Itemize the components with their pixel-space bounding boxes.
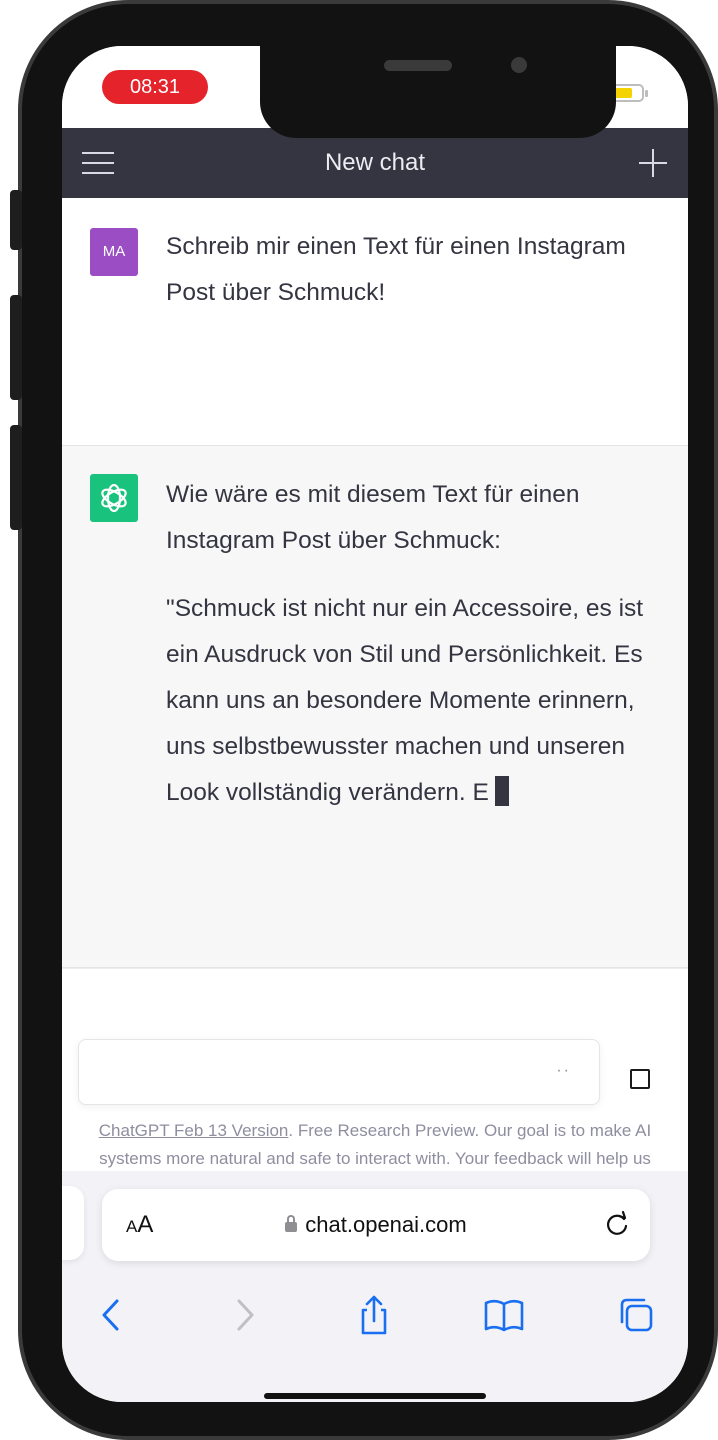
stop-generating-icon[interactable] (630, 1069, 650, 1089)
earpiece-speaker (384, 60, 452, 71)
share-icon[interactable] (352, 1293, 396, 1337)
assistant-paragraph-1: Wie wäre es mit diesem Text für einen In… (166, 481, 580, 554)
safari-toolbar: AA chat.openai.com (62, 1171, 688, 1402)
typing-cursor (494, 776, 509, 806)
assistant-message: Wie wäre es mit diesem Text für einen In… (62, 446, 688, 968)
bookmarks-book-icon[interactable] (482, 1293, 526, 1337)
lock-icon (285, 1215, 298, 1232)
phone-notch (260, 46, 616, 138)
openai-logo-icon (90, 474, 138, 522)
assistant-message-text: Wie wäre es mit diesem Text für einen In… (166, 472, 656, 838)
back-chevron-icon[interactable] (90, 1293, 134, 1337)
home-indicator[interactable] (264, 1393, 486, 1399)
message-input[interactable]: ·· (78, 1039, 600, 1105)
tabs-overview-icon[interactable] (614, 1293, 658, 1337)
reload-icon[interactable] (602, 1209, 632, 1239)
safari-nav-bar (62, 1281, 688, 1361)
url-display[interactable]: chat.openai.com (102, 1189, 650, 1261)
chat-header: New chat (62, 128, 688, 198)
mute-switch (10, 190, 22, 250)
user-avatar: MA (90, 228, 138, 276)
user-message: MA Schreib mir einen Text für einen Inst… (62, 198, 688, 446)
assistant-paragraph-2: "Schmuck ist nicht nur ein Accessoire, e… (166, 586, 656, 816)
front-camera (511, 57, 527, 73)
volume-down-button (10, 425, 22, 530)
url-text: chat.openai.com (305, 1212, 467, 1237)
address-bar[interactable]: AA chat.openai.com (102, 1189, 650, 1261)
typing-indicator: ·· (556, 1062, 571, 1079)
previous-tab-peek[interactable] (62, 1186, 84, 1260)
phone-screen: 08:31 New chat MA Schreib mir einen Text… (62, 46, 688, 1402)
assistant-paragraph-2-text: "Schmuck ist nicht nur ein Accessoire, e… (166, 595, 644, 806)
forward-chevron-icon[interactable] (222, 1293, 266, 1337)
volume-up-button (10, 295, 22, 400)
user-message-text: Schreib mir einen Text für einen Instagr… (166, 233, 626, 306)
status-time: 08:31 (102, 70, 208, 104)
new-chat-plus-icon[interactable] (636, 146, 670, 180)
version-link[interactable]: ChatGPT Feb 13 Version (99, 1121, 289, 1140)
chat-title: New chat (324, 149, 426, 176)
